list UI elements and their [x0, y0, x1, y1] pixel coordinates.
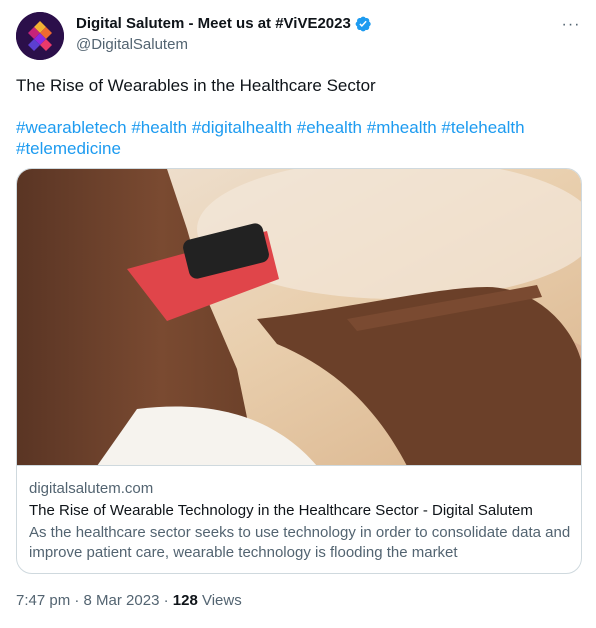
tweet: Digital Salutem - Meet us at #ViVE2023 @… — [0, 0, 596, 628]
tweet-header: Digital Salutem - Meet us at #ViVE2023 @… — [16, 12, 582, 60]
tweet-meta: 7:47 pm · 8 Mar 2023 · 128 Views — [16, 591, 242, 611]
hashtag-link[interactable]: #ehealth — [297, 118, 362, 137]
tweet-text: The Rise of Wearables in the Healthcare … — [16, 76, 376, 95]
avatar[interactable] — [16, 12, 64, 60]
digital-salutem-logo-icon — [16, 12, 64, 60]
tweet-date[interactable]: 8 Mar 2023 — [84, 592, 160, 609]
hashtag-link[interactable]: #telehealth — [441, 118, 524, 137]
card-domain: digitalsalutem.com — [29, 480, 154, 497]
hashtag-link[interactable]: #telemedicine — [16, 139, 121, 158]
meta-separator: · — [74, 592, 80, 609]
author-names: Digital Salutem - Meet us at #ViVE2023 @… — [76, 14, 372, 55]
author-handle[interactable]: @DigitalSalutem — [76, 35, 372, 55]
hashtags: #wearabletech #health #digitalhealth #eh… — [16, 117, 582, 159]
hashtag-link[interactable]: #digitalhealth — [192, 118, 292, 137]
more-options-icon[interactable]: ··· — [560, 14, 582, 36]
views-count: 128 — [172, 592, 198, 609]
hashtag-link[interactable]: #wearabletech — [16, 118, 127, 137]
card-body: digitalsalutem.com The Rise of Wearable … — [29, 479, 571, 563]
link-card[interactable]: digitalsalutem.com The Rise of Wearable … — [16, 168, 582, 574]
tweet-time[interactable]: 7:47 pm — [16, 592, 70, 609]
author-display-name[interactable]: Digital Salutem - Meet us at #ViVE2023 — [76, 14, 351, 34]
hashtag-link[interactable]: #mhealth — [367, 118, 437, 137]
views-label: Views — [201, 592, 242, 609]
card-title: The Rise of Wearable Technology in the H… — [29, 502, 533, 519]
hashtag-link[interactable]: #health — [131, 118, 187, 137]
card-description: As the healthcare sector seeks to use te… — [29, 524, 571, 561]
card-image — [17, 169, 581, 466]
meta-separator: · — [163, 592, 169, 609]
verified-badge-icon — [354, 15, 372, 33]
display-name-row: Digital Salutem - Meet us at #ViVE2023 — [76, 14, 372, 34]
